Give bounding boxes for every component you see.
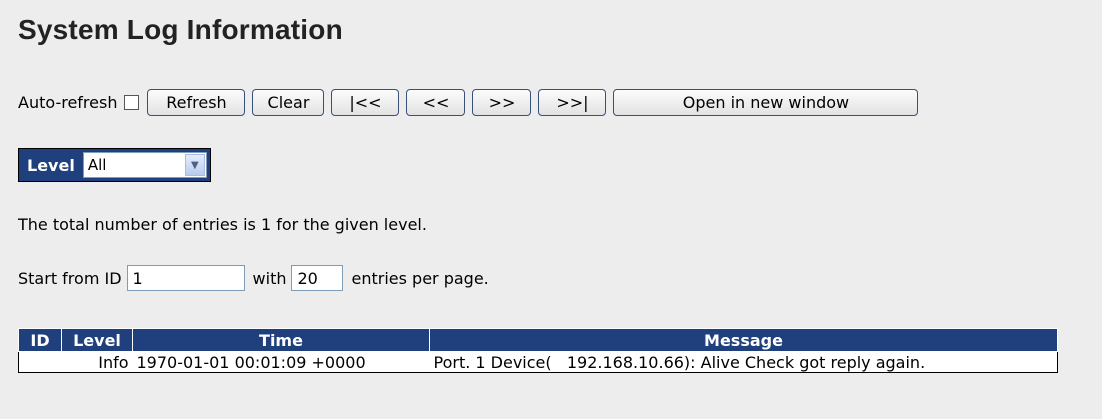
table-row: Info 1970-01-01 00:01:09 +0000 Port. 1 D… xyxy=(18,351,1058,373)
table-header-row: ID Level Time Message xyxy=(18,328,1058,352)
column-header-id: ID xyxy=(18,328,62,352)
entries-per-page-label: entries per page. xyxy=(351,268,489,288)
level-label: Level xyxy=(27,155,75,175)
start-from-label: Start from ID xyxy=(18,268,122,288)
column-header-message: Message xyxy=(429,328,1058,352)
level-filter: Level All ▼ xyxy=(18,148,211,182)
column-header-level: Level xyxy=(61,328,133,352)
auto-refresh-label: Auto-refresh xyxy=(18,92,118,112)
previous-page-button[interactable]: << xyxy=(406,88,466,116)
clear-button[interactable]: Clear xyxy=(252,88,325,116)
log-level-cell: Info xyxy=(61,351,133,373)
chevron-down-icon[interactable]: ▼ xyxy=(184,154,205,176)
level-select-value: All xyxy=(87,156,107,174)
next-page-button[interactable]: >> xyxy=(472,88,532,116)
entries-per-page-input[interactable]: 20 xyxy=(291,265,344,291)
entries-summary: The total number of entries is 1 for the… xyxy=(18,215,427,234)
page-title: System Log Information xyxy=(18,14,343,45)
start-id-input[interactable]: 1 xyxy=(126,265,245,291)
paging-controls: Start from ID 1 with 20 entries per page… xyxy=(18,264,489,292)
last-page-button[interactable]: >>| xyxy=(538,88,607,116)
level-select[interactable]: All ▼ xyxy=(82,152,207,178)
auto-refresh-checkbox[interactable] xyxy=(124,94,140,110)
log-table: ID Level Time Message Info 1970-01-01 00… xyxy=(18,328,1058,373)
log-time-cell: 1970-01-01 00:01:09 +0000 xyxy=(132,351,430,373)
with-label: with xyxy=(252,268,287,288)
column-header-time: Time xyxy=(132,328,430,352)
open-new-window-button[interactable]: Open in new window xyxy=(613,88,919,116)
log-id-cell[interactable] xyxy=(18,351,62,373)
refresh-button[interactable]: Refresh xyxy=(147,88,246,116)
log-message-cell: Port. 1 Device( 192.168.10.66): Alive Ch… xyxy=(429,351,1058,373)
toolbar: Auto-refresh Refresh Clear |<< << >> >>|… xyxy=(18,88,925,116)
first-page-button[interactable]: |<< xyxy=(331,88,400,116)
